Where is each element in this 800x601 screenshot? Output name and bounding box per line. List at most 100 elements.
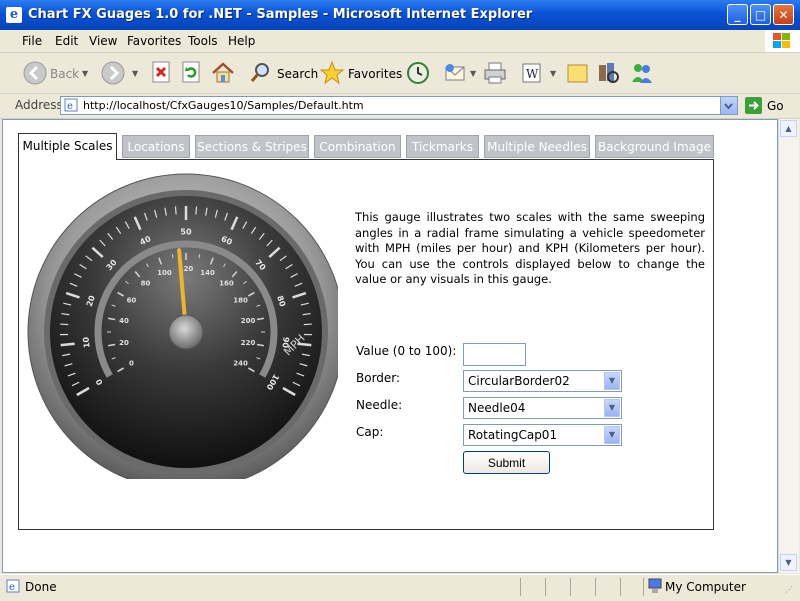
my-computer-icon <box>648 578 662 594</box>
page-done-icon: e <box>6 579 20 593</box>
submit-button[interactable]: Submit <box>463 451 550 474</box>
forward-dropdown-icon[interactable]: ▼ <box>132 69 138 78</box>
outer-minor-tick <box>196 206 197 214</box>
outer-minor-tick <box>60 324 68 325</box>
menu-view[interactable]: View <box>89 34 117 48</box>
messenger-icon[interactable] <box>629 60 655 86</box>
inner-tick-label: 140 <box>200 269 215 277</box>
mail-icon[interactable] <box>443 60 469 86</box>
windows-logo-icon <box>765 30 800 52</box>
mail-dropdown-icon[interactable]: ▼ <box>470 69 476 78</box>
outer-minor-tick <box>304 324 312 325</box>
back-button-label[interactable]: Back <box>50 67 79 81</box>
inner-tick-label: 160 <box>219 280 234 288</box>
menu-bar: File Edit View Favorites Tools Help <box>0 30 800 53</box>
needle-label: Needle: <box>356 398 402 412</box>
home-icon[interactable] <box>210 60 236 86</box>
inner-tick-label: 180 <box>233 297 248 305</box>
gauge-cap <box>169 315 203 349</box>
research-icon[interactable] <box>595 60 621 86</box>
window-title: Chart FX Guages 1.0 for .NET - Samples -… <box>28 7 532 22</box>
outer-major-tick <box>61 344 75 345</box>
inner-tick-label: 40 <box>119 317 129 325</box>
search-icon[interactable] <box>248 60 274 86</box>
security-zone: My Computer <box>665 580 746 594</box>
inner-minor-tick <box>172 254 173 258</box>
status-divider <box>620 578 621 596</box>
search-button-label[interactable]: Search <box>277 67 318 81</box>
forward-arrow-icon[interactable] <box>100 60 126 86</box>
back-dropdown-icon[interactable]: ▼ <box>82 69 88 78</box>
chevron-down-icon: ▼ <box>604 399 620 417</box>
status-text: Done <box>25 580 57 594</box>
border-select[interactable]: CircularBorder02 ▼ <box>463 370 622 392</box>
status-divider <box>520 578 521 596</box>
menu-tools[interactable]: Tools <box>188 34 218 48</box>
menu-help[interactable]: Help <box>228 34 255 48</box>
status-divider <box>570 578 571 596</box>
scroll-up-icon[interactable]: ▲ <box>780 120 797 137</box>
value-input[interactable] <box>463 343 526 366</box>
inner-tick-label: 0 <box>129 360 134 368</box>
tab-multiple-needles[interactable]: Multiple Needles <box>484 135 590 158</box>
stop-icon[interactable] <box>150 60 176 86</box>
cap-select[interactable]: RotatingCap01 ▼ <box>463 424 622 446</box>
discuss-icon[interactable] <box>565 60 591 86</box>
inner-tick-label: 220 <box>241 339 256 347</box>
go-label: Go <box>767 99 784 113</box>
address-bar: Address e http://localhost/CfxGauges10/S… <box>0 94 800 119</box>
cap-label: Cap: <box>356 425 383 439</box>
minimize-button[interactable]: _ <box>727 4 748 25</box>
favorites-star-icon[interactable] <box>319 60 345 86</box>
vertical-scrollbar[interactable]: ▲ ▼ <box>778 119 799 573</box>
tab-tickmarks[interactable]: Tickmarks <box>406 135 479 158</box>
status-divider <box>595 578 596 596</box>
inner-tick-label: 80 <box>141 280 151 288</box>
status-bar: e Done My Computer ⋰ <box>0 574 800 601</box>
page-icon: e <box>64 98 78 112</box>
svg-text:e: e <box>9 582 15 593</box>
go-button[interactable]: Go <box>743 96 793 116</box>
menu-favorites[interactable]: Favorites <box>127 34 181 48</box>
svg-text:W: W <box>526 67 539 81</box>
status-divider <box>643 578 644 596</box>
chevron-down-icon: ▼ <box>604 372 620 390</box>
menu-edit[interactable]: Edit <box>55 34 78 48</box>
ie-icon: e <box>6 7 22 23</box>
inner-tick-label: 200 <box>241 317 256 325</box>
inner-tick-label: 60 <box>127 297 137 305</box>
inner-tick-label: 240 <box>233 360 248 368</box>
history-icon[interactable] <box>405 60 431 86</box>
close-button[interactable]: ✕ <box>773 4 794 25</box>
edit-word-icon[interactable]: W <box>519 60 545 86</box>
edit-dropdown-icon[interactable]: ▼ <box>550 69 556 78</box>
tab-background-image[interactable]: Background Image <box>595 135 714 158</box>
address-dropdown-icon[interactable] <box>720 97 737 114</box>
tab-multiple-scales[interactable]: Multiple Scales <box>18 133 117 160</box>
chevron-down-icon: ▼ <box>604 426 620 444</box>
refresh-icon[interactable] <box>180 60 206 86</box>
tab-locations[interactable]: Locations <box>122 135 190 158</box>
title-bar: e Chart FX Guages 1.0 for .NET - Samples… <box>0 0 800 30</box>
tab-combination[interactable]: Combination <box>314 135 401 158</box>
outer-tick-label: 10 <box>81 336 91 348</box>
toolbar: Back ▼ ▼ Search Favorites ▼ W ▼ <box>0 53 800 94</box>
inner-tick-label: 20 <box>119 339 129 347</box>
menu-file[interactable]: File <box>22 34 42 48</box>
svg-text:e: e <box>67 101 73 112</box>
back-arrow-icon[interactable] <box>22 60 48 86</box>
scroll-down-icon[interactable]: ▼ <box>780 554 797 571</box>
tab-sections-stripes[interactable]: Sections & Stripes <box>195 135 309 158</box>
favorites-button-label[interactable]: Favorites <box>348 67 402 81</box>
border-label: Border: <box>356 371 400 385</box>
resize-grip-icon[interactable]: ⋰ <box>785 585 793 594</box>
value-label: Value (0 to 100): <box>356 344 456 358</box>
print-icon[interactable] <box>482 60 508 86</box>
address-input[interactable]: e http://localhost/CfxGauges10/Samples/D… <box>60 96 738 115</box>
cap-select-value: RotatingCap01 <box>468 428 557 442</box>
needle-select[interactable]: Needle04 ▼ <box>463 397 622 419</box>
maximize-button[interactable]: □ <box>750 4 771 25</box>
speedometer-gauge: 0102030405060708090100 02040608010012014… <box>18 159 338 479</box>
page-content: Multiple Scales Locations Sections & Str… <box>2 119 778 573</box>
address-url: http://localhost/CfxGauges10/Samples/Def… <box>83 99 364 112</box>
